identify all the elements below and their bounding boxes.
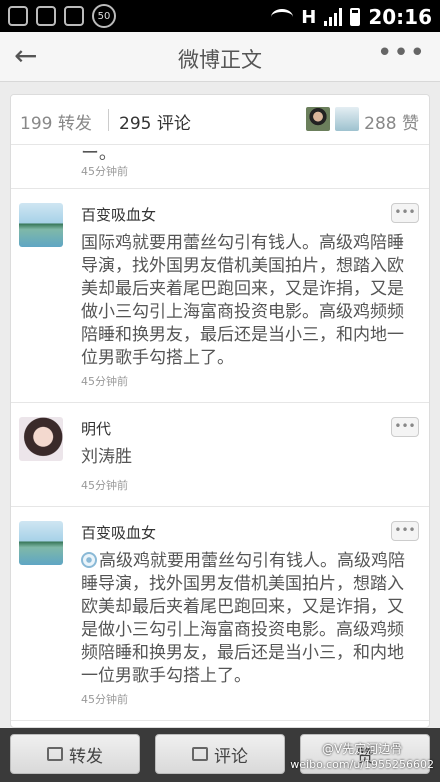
signal-icon	[324, 8, 343, 26]
list-item[interactable]: 明代 ••• 刘涛胜 45分钟前	[11, 403, 429, 507]
options-icon[interactable]: •••	[391, 417, 419, 437]
truncated-text: ー。	[81, 143, 117, 164]
liker-avatar[interactable]	[306, 107, 330, 131]
watermark-url: weibo.com/u/1955256602	[290, 758, 434, 771]
tab-reposts[interactable]: 199 转发	[20, 109, 92, 134]
clock: 20:16	[368, 5, 432, 29]
commenter-name[interactable]: 百变吸血女	[81, 204, 156, 225]
comment-button[interactable]: 评论	[155, 734, 285, 774]
list-item[interactable]: 百变吸血女 ••• 高级鸡就要用蕾丝勾引有钱人。高级鸡陪睡导演，找外国男友借机美…	[11, 507, 429, 721]
commenter-name[interactable]: 百变吸血女	[81, 522, 156, 543]
comment-list: ー。 45分钟前 百变吸血女 ••• 国际鸡就要用蕾丝勾引有钱人。高级鸡陪睡导演…	[11, 143, 429, 721]
comment-time: 45分钟前	[81, 165, 128, 178]
avatar[interactable]	[19, 417, 63, 461]
options-icon[interactable]: •••	[391, 203, 419, 223]
repost-button[interactable]: 转发	[10, 734, 140, 774]
more-icon[interactable]: •••	[377, 38, 426, 68]
avatar[interactable]	[19, 521, 63, 565]
shield-icon	[8, 6, 28, 26]
location-pin-icon	[81, 552, 97, 568]
battery-badge: 50	[92, 4, 116, 28]
tab-divider	[108, 109, 109, 131]
list-item[interactable]: 百变吸血女 ••• 国际鸡就要用蕾丝勾引有钱人。高级鸡陪睡导演，找外国男友借机美…	[11, 189, 429, 403]
comment-icon	[192, 747, 208, 761]
comments-card: 199 转发 295 评论 288 赞 ー。 45分钟前 百变吸血女 ••• 国…	[10, 94, 430, 728]
avatar[interactable]	[19, 203, 63, 247]
comment-text: 高级鸡就要用蕾丝勾引有钱人。高级鸡陪睡导演，找外国男友借机美国拍片，想踏入欧美却…	[81, 551, 405, 686]
page-title: 微博正文	[178, 48, 262, 72]
comment-time: 45分钟前	[81, 375, 128, 388]
headset-icon	[36, 6, 56, 26]
comment-label: 评论	[214, 746, 248, 767]
tab-bar: 199 转发 295 评论 288 赞	[11, 95, 429, 145]
battery-icon	[350, 8, 361, 26]
comment-text: 国际鸡就要用蕾丝勾引有钱人。高级鸡陪睡导演，找外国男友借机美国拍片，想踏入欧美却…	[81, 233, 404, 368]
comment-text: 刘涛胜	[81, 447, 132, 467]
list-item[interactable]: ー。 45分钟前	[11, 143, 429, 189]
title-bar: ← 微博正文 •••	[0, 32, 440, 82]
watermark-handle: @V先定河边骨	[322, 742, 403, 756]
wifi-icon	[271, 9, 294, 25]
tab-likes[interactable]: 288 赞	[364, 109, 419, 134]
options-icon[interactable]: •••	[391, 521, 419, 541]
liker-avatar[interactable]	[335, 107, 359, 131]
commenter-name[interactable]: 明代	[81, 418, 111, 439]
repost-label: 转发	[69, 746, 103, 767]
network-type: H	[301, 6, 317, 28]
repost-icon	[47, 747, 63, 761]
status-bar: 50 H 20:16	[0, 0, 440, 32]
comment-text-wrap: 高级鸡就要用蕾丝勾引有钱人。高级鸡陪睡导演，找外国男友借机美国拍片，想踏入欧美却…	[81, 550, 416, 688]
image-icon	[64, 6, 84, 26]
comment-time: 45分钟前	[81, 479, 128, 492]
tab-comments[interactable]: 295 评论	[119, 109, 191, 134]
comment-time: 45分钟前	[81, 693, 128, 706]
